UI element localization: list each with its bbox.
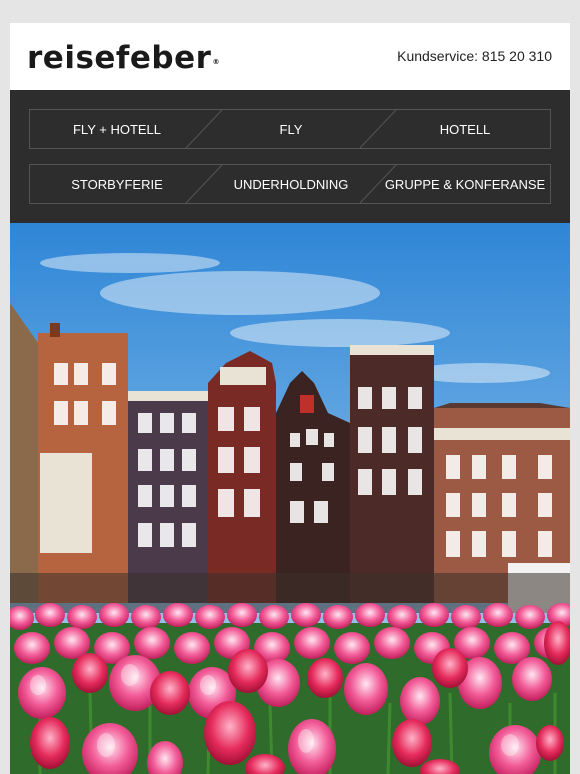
nav-row-1: FLY + HOTELL FLY HOTELL [29, 109, 551, 149]
hero-illustration [10, 223, 570, 774]
nav-fly[interactable]: FLY [204, 110, 378, 148]
category-navigation: FLY + HOTELL FLY HOTELL STORBYFERIE UNDE… [10, 90, 570, 223]
email-card: reisefeber® Kundservice: 815 20 310 FLY … [10, 23, 570, 774]
nav-gruppe-konferanse[interactable]: GRUPPE & KONFERANSE [378, 165, 552, 203]
customer-service-phone[interactable]: Kundservice: 815 20 310 [397, 48, 552, 64]
nav-hotell[interactable]: HOTELL [378, 110, 552, 148]
nav-fly-hotell[interactable]: FLY + HOTELL [30, 110, 204, 148]
header: reisefeber® Kundservice: 815 20 310 [10, 23, 570, 90]
nav-row-2: STORBYFERIE UNDERHOLDNING GRUPPE & KONFE… [29, 164, 551, 204]
logo-text: reisefeber [27, 40, 212, 76]
nav-storbyferie[interactable]: STORBYFERIE [30, 165, 204, 203]
trademark-mark: ® [212, 58, 220, 66]
brand-logo[interactable]: reisefeber® [27, 40, 220, 76]
nav-underholdning[interactable]: UNDERHOLDNING [204, 165, 378, 203]
hero-image-amsterdam-tulips[interactable] [10, 223, 570, 774]
tulip-field [10, 603, 570, 774]
